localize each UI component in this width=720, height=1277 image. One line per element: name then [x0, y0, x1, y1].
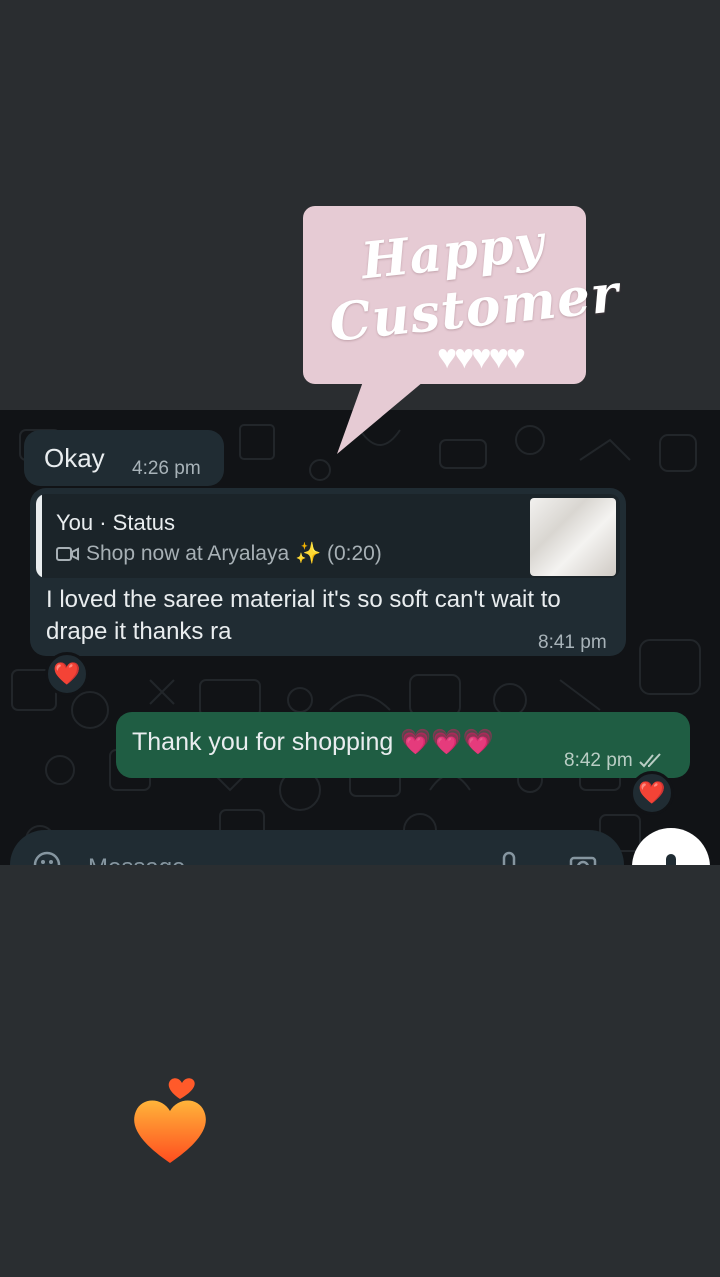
quote-accent-bar [36, 494, 42, 578]
message-text: Thank you for shopping 💗💗💗 [132, 728, 494, 756]
quote-caption-text: Shop now at Aryalaya ✨ (0:20) [86, 542, 382, 565]
status-thumbnail [530, 498, 616, 576]
reaction-heart[interactable]: ❤️ [45, 652, 89, 696]
quoted-status[interactable]: You · Status Shop now at Aryalaya ✨ (0:2… [36, 494, 620, 578]
heart-sticker-icon [134, 1078, 206, 1163]
quote-author: You · Status [56, 510, 176, 535]
message-time: 8:42 pm [564, 750, 633, 771]
double-check-icon [638, 753, 661, 768]
message-text: I loved the saree material it's so soft … [46, 586, 561, 645]
video-icon [56, 547, 79, 561]
message-okay[interactable]: Okay 4:26 pm [24, 430, 224, 486]
message-status-reply[interactable]: You · Status Shop now at Aryalaya ✨ (0:2… [30, 488, 626, 656]
message-meta: 8:42 pm [564, 750, 665, 772]
message-time: 8:41 pm [538, 632, 607, 653]
sticker-hearts: ♥♥♥♥♥ [437, 338, 526, 376]
happy-customer-sticker: Happy Customer ♥♥♥♥♥ [303, 206, 622, 456]
story-background-bottom [0, 865, 720, 1277]
quote-caption: Shop now at Aryalaya ✨ (0:20) [56, 542, 382, 566]
message-outgoing[interactable]: Thank you for shopping 💗💗💗 8:42 pm [116, 712, 690, 778]
message-text: Okay [44, 443, 105, 473]
reaction-heart[interactable]: ❤️ [630, 771, 674, 815]
message-time: 4:26 pm [132, 458, 201, 479]
